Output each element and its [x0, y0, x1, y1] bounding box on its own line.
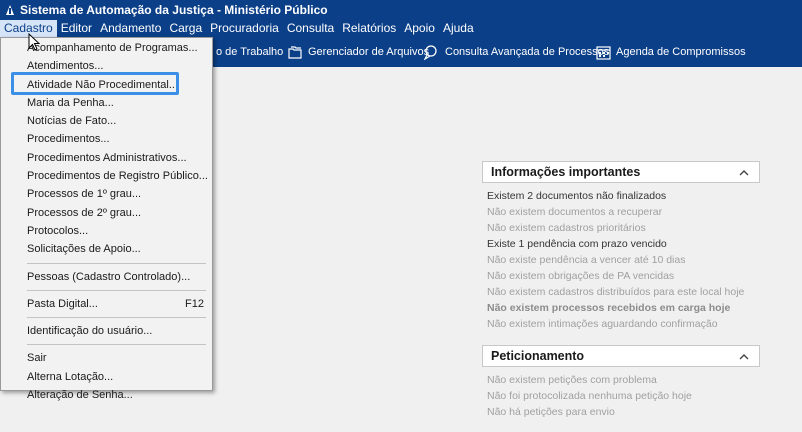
menu-separator [27, 344, 206, 346]
menu-andamento[interactable]: Andamento [96, 20, 165, 37]
menu-item-atividade-nao-procedimental[interactable]: Atividade Não Procedimental... [1, 76, 212, 94]
toolbar-area-trabalho[interactable]: o de Trabalho [216, 37, 283, 67]
menu-item-procedimentos[interactable]: Procedimentos... [1, 130, 212, 148]
info-line: Não existem cadastros distribuídos para … [487, 286, 745, 298]
menu-carga[interactable]: Carga [165, 20, 206, 37]
menu-item-label: Atendimentos... [27, 60, 104, 73]
petition-line: Não há petições para envio [487, 406, 615, 418]
menu-apoio[interactable]: Apoio [400, 20, 439, 37]
info-panel-header[interactable]: Informações importantes [482, 161, 760, 183]
menu-item-alteracao-senha[interactable]: Alteração de Senha... [1, 386, 212, 404]
menu-item-processos-1-grau[interactable]: Processos de 1º grau... [1, 185, 212, 203]
menu-item-label: Pessoas (Cadastro Controlado)... [27, 270, 191, 283]
menu-item-sair[interactable]: Sair [1, 349, 212, 367]
info-line: Existe 1 pendência com prazo vencido [487, 238, 667, 250]
info-line: Não existe pendência a vencer até 10 dia… [487, 254, 686, 266]
menu-item-atendimentos[interactable]: Atendimentos... [1, 57, 212, 75]
menu-item-label: Protocolos... [27, 224, 89, 237]
petition-panel-header[interactable]: Peticionamento [482, 345, 760, 367]
menu-item-label: Procedimentos... [27, 133, 110, 146]
menu-item-procedimentos-registro-publico[interactable]: Procedimentos de Registro Público... [1, 167, 212, 185]
menu-item-label: Sair [27, 352, 47, 365]
info-line: Não existem obrigações de PA vencidas [487, 270, 675, 282]
title-bar: Sistema de Automação da Justiça - Minist… [0, 0, 802, 20]
menu-item-label: Solicitações de Apoio... [27, 243, 141, 256]
chevron-up-icon[interactable] [737, 165, 751, 179]
menu-item-label: Acompanhamento de Programas... [27, 42, 198, 54]
toolbar-consulta-label: Consulta Avançada de Processos [445, 46, 610, 58]
mouse-cursor-icon [28, 33, 40, 51]
menu-ajuda[interactable]: Ajuda [439, 20, 478, 37]
toolbar-gerenciador-label: Gerenciador de Arquivos [308, 46, 430, 58]
menu-separator [27, 317, 206, 319]
menu-item-label: Atividade Não Procedimental... [27, 78, 179, 91]
petition-panel: Peticionamento Não existem petições com … [482, 345, 760, 420]
menu-item-protocolos[interactable]: Protocolos... [1, 222, 212, 240]
info-line: Não existem cadastros prioritários [487, 222, 646, 234]
cadastro-dropdown-menu: Acompanhamento de Programas... Atendimen… [0, 37, 213, 401]
toolbar-gerenciador-arquivos[interactable]: Gerenciador de Arquivos [288, 37, 429, 67]
menu-separator [27, 289, 206, 291]
toolbar-area-trabalho-label: o de Trabalho [216, 46, 284, 58]
menu-relatorios[interactable]: Relatórios [338, 20, 400, 37]
menu-item-alterna-lotacao[interactable]: Alterna Lotação... [1, 368, 212, 386]
menu-item-pessoas[interactable]: Pessoas (Cadastro Controlado)... [1, 268, 212, 286]
menu-item-maria-da-penha[interactable]: Maria da Penha... [1, 94, 212, 112]
menu-item-noticias-de-fato[interactable]: Notícias de Fato... [1, 112, 212, 130]
menu-item-label: Pasta Digital... [27, 297, 98, 310]
menu-separator [27, 262, 206, 264]
calendar-icon [596, 45, 611, 60]
menu-item-solicitacoes-apoio[interactable]: Solicitações de Apoio... [1, 240, 212, 258]
menu-item-procedimentos-administrativos[interactable]: Procedimentos Administrativos... [1, 149, 212, 167]
petition-line: Não foi protocolizada nenhuma petição ho… [487, 390, 692, 402]
menu-consulta[interactable]: Consulta [283, 20, 338, 37]
menu-item-label: Processos de 2º grau... [27, 206, 142, 219]
info-panel-title: Informações importantes [491, 165, 641, 179]
menu-item-shortcut: F12 [185, 297, 204, 310]
petition-line: Não existem petições com problema [487, 374, 657, 386]
info-line: Existem 2 documentos não finalizados [487, 190, 667, 202]
info-panel: Informações importantes Existem 2 docume… [482, 161, 760, 332]
menu-item-identificacao-usuario[interactable]: Identificação do usuário... [1, 322, 212, 340]
menu-item-label: Identificação do usuário... [27, 325, 153, 338]
menu-editor[interactable]: Editor [57, 20, 96, 37]
menu-item-pasta-digital[interactable]: Pasta Digital... F12 [1, 295, 212, 313]
folders-icon [288, 45, 302, 59]
menu-item-label: Alterna Lotação... [27, 370, 114, 383]
scales-icon [6, 5, 14, 15]
petition-panel-body: Não existem petições com problema Não fo… [482, 367, 760, 420]
search-chat-icon [424, 44, 437, 60]
toolbar-agenda-label: Agenda de Compromissos [616, 46, 746, 58]
menu-item-processos-2-grau[interactable]: Processos de 2º grau... [1, 204, 212, 222]
toolbar-consulta-avancada[interactable]: Consulta Avançada de Processos [424, 37, 609, 67]
petition-panel-title: Peticionamento [491, 349, 585, 363]
menu-bar: Cadastro Editor Andamento Carga Procurad… [0, 20, 802, 37]
menu-item-label: Procedimentos Administrativos... [27, 151, 187, 164]
info-line: Não existem processos recebidos em carga… [487, 302, 731, 314]
menu-item-label: Alteração de Senha... [27, 389, 133, 402]
info-panel-body: Existem 2 documentos não finalizados Não… [482, 183, 760, 332]
menu-procuradoria[interactable]: Procuradoria [206, 20, 283, 37]
app-title: Sistema de Automação da Justiça - Minist… [20, 3, 328, 17]
menu-item-label: Processos de 1º grau... [27, 188, 142, 201]
menu-item-label: Notícias de Fato... [27, 115, 117, 128]
toolbar-agenda[interactable]: Agenda de Compromissos [596, 37, 746, 67]
chevron-up-icon[interactable] [737, 349, 751, 363]
menu-item-label: Maria da Penha... [27, 96, 114, 109]
info-line: Não existem intimações aguardando confir… [487, 318, 718, 330]
menu-item-label: Procedimentos de Registro Público... [27, 170, 208, 183]
info-line: Não existem documentos a recuperar [487, 206, 663, 218]
